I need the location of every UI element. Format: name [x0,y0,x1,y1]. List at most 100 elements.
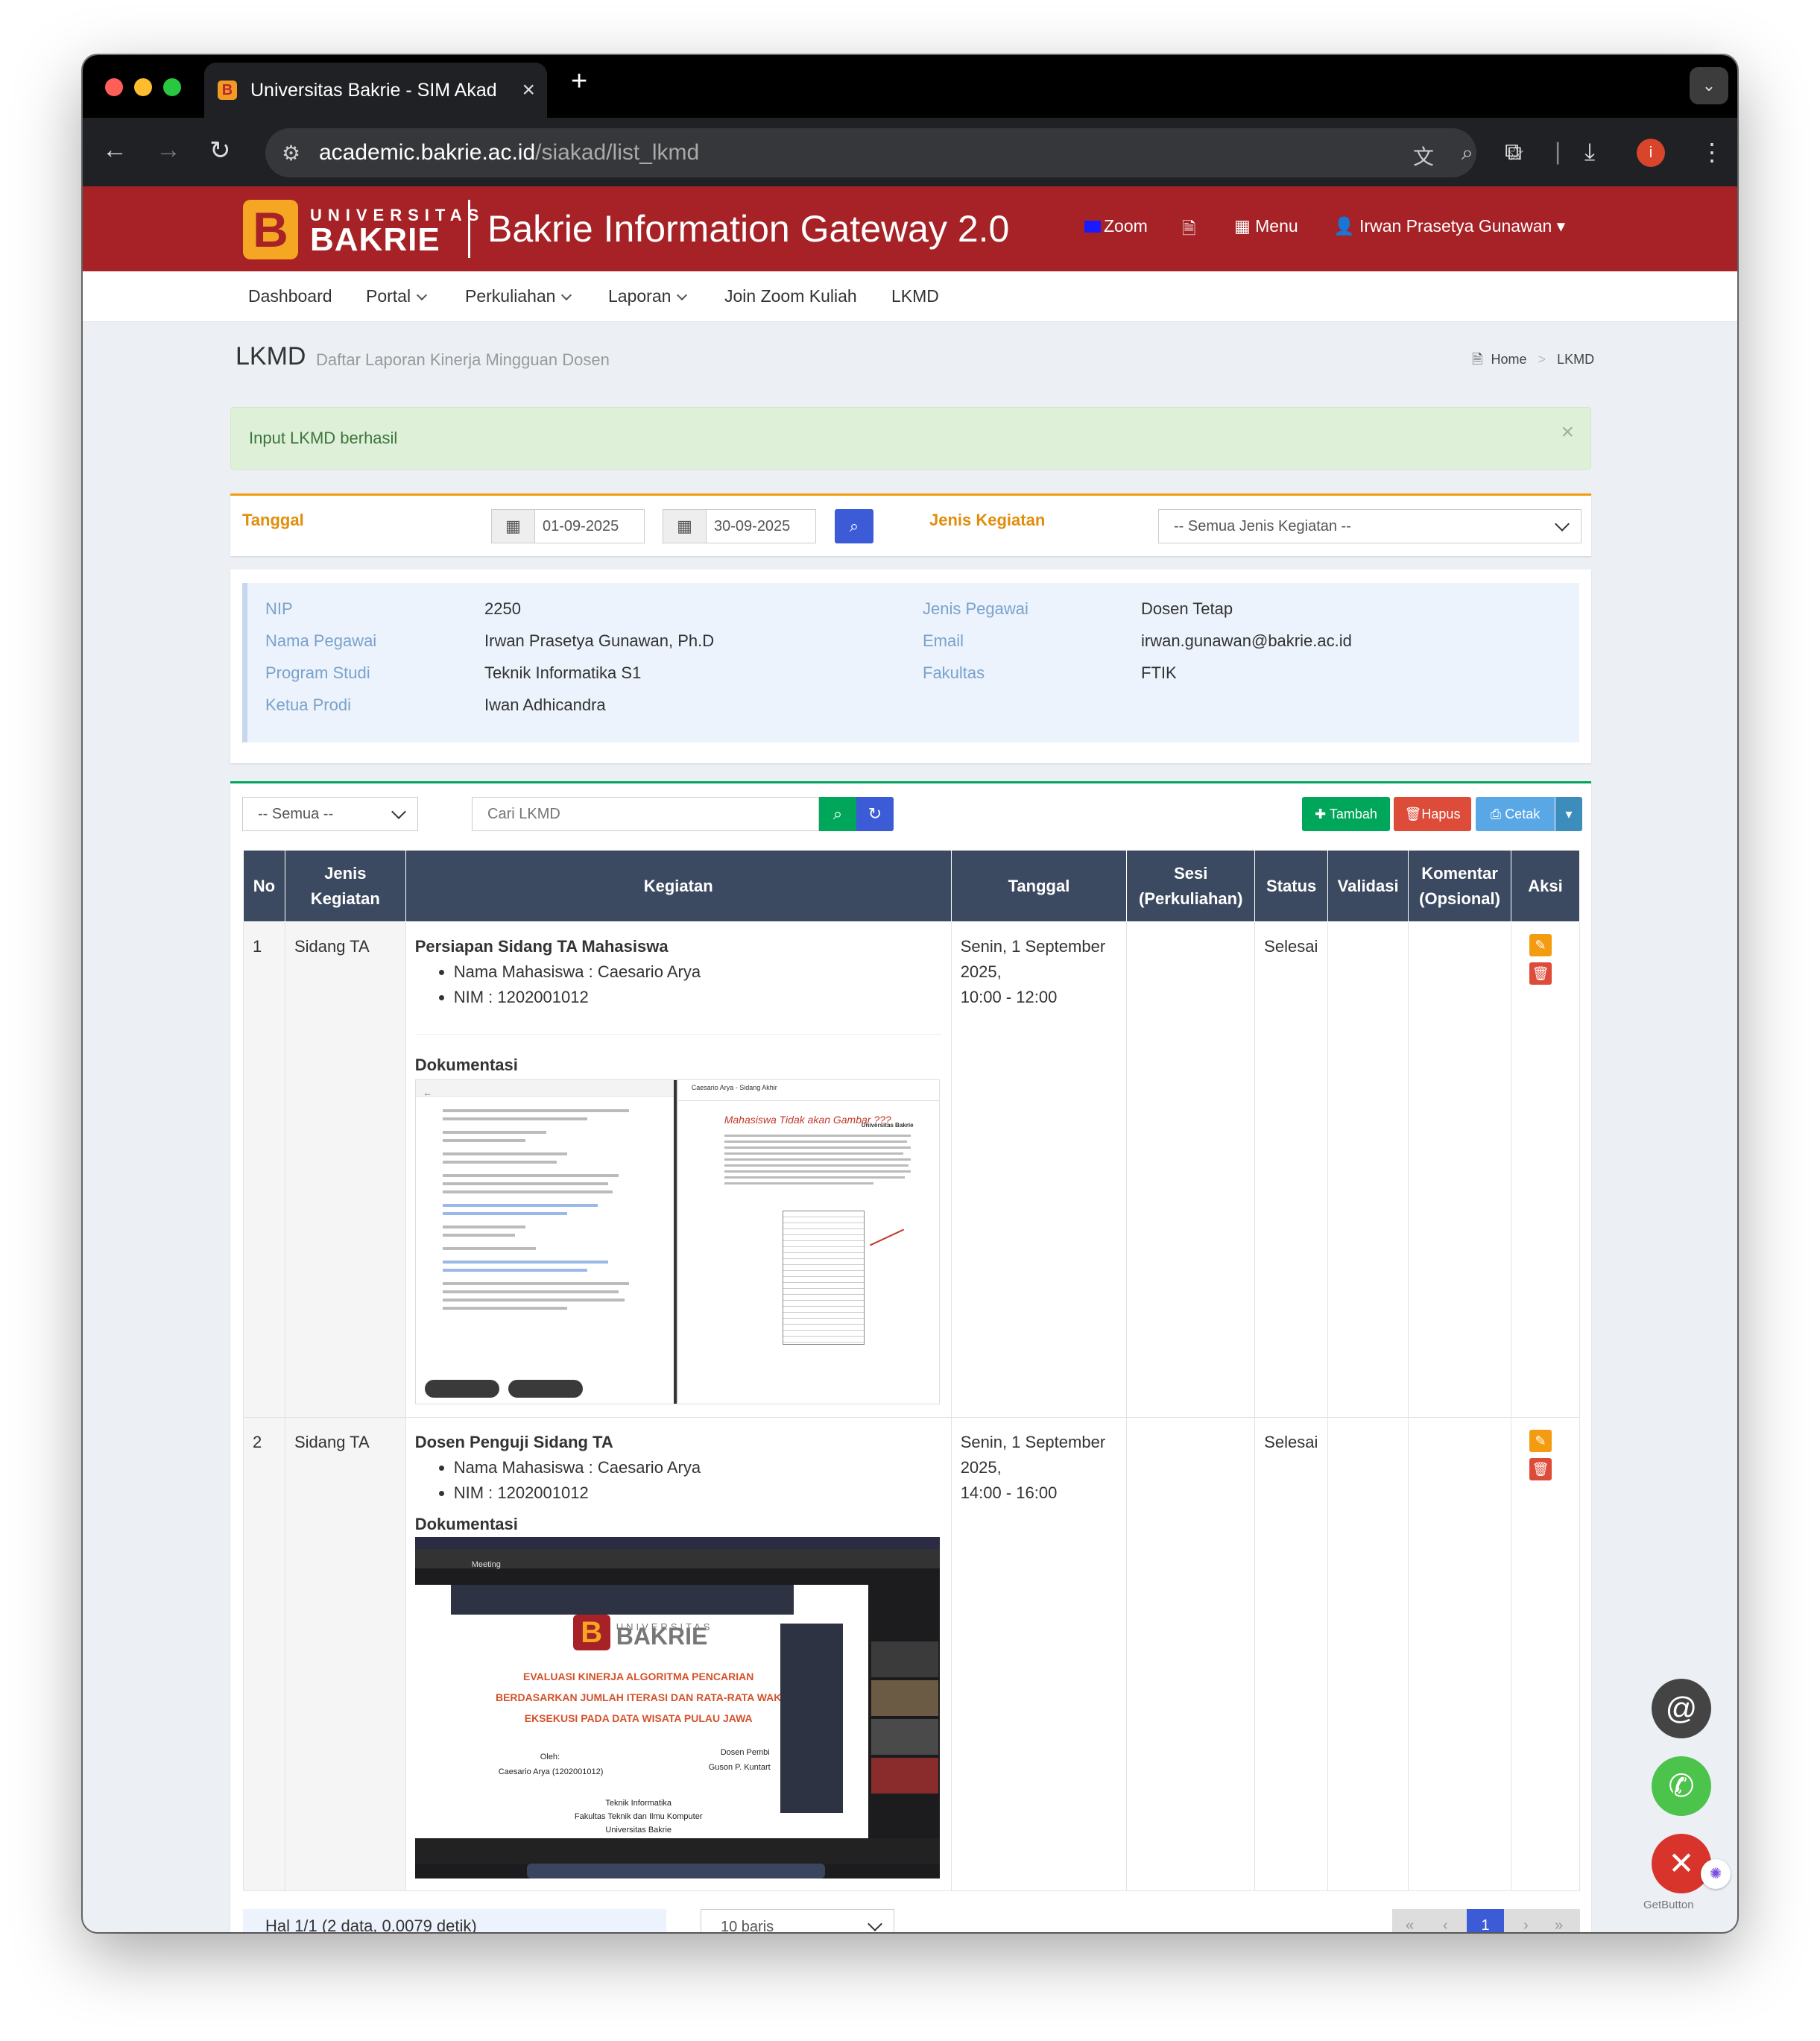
delete-button[interactable]: 🗑 [1529,1458,1552,1480]
search-button[interactable]: ⌕ [819,797,856,831]
browser-menu-icon[interactable]: ⋮ [1700,138,1724,166]
col-komentar[interactable]: Komentar (Opsional) [1408,850,1512,922]
close-widget-button[interactable]: ✕ [1652,1834,1711,1893]
row-no: 2 [243,1417,285,1891]
logo-text[interactable]: UNIVERSITAS BAKRIE [310,206,484,256]
row-jenis: Sidang TA [284,1417,406,1891]
row-time: 14:00 - 16:00 [960,1483,1058,1502]
site-info-icon[interactable]: ⚙ [282,141,300,165]
edit-button[interactable]: ✎ [1529,934,1552,956]
home-icon: 🗎 [1472,352,1483,367]
alert-close-icon[interactable]: × [1561,402,1574,463]
breadcrumb-separator: > [1538,352,1546,367]
toolbar-divider: | [1555,138,1561,165]
widget-badge-icon: ✺ [1701,1859,1731,1889]
reload-icon[interactable]: ↻ [209,136,231,165]
col-jenis[interactable]: Jenis Kegiatan [284,850,406,922]
whatsapp-contact-button[interactable]: ✆ [1652,1756,1711,1816]
fakultas-label: Fakultas [923,663,985,682]
documentation-image-email[interactable]: ← [414,1079,677,1404]
download-icon[interactable]: ⤓ [1584,138,1595,166]
refresh-button[interactable]: ↻ [856,797,894,831]
prev-page-icon[interactable]: ‹ [1443,1909,1448,1932]
nav-label: Laporan [608,286,672,306]
next-page-icon[interactable]: › [1523,1909,1529,1932]
slide-logo: BAKRIE [616,1623,708,1650]
filter-search-button[interactable]: ⌕ [835,509,873,543]
date-from-value: 01-09-2025 [543,518,619,534]
url-field[interactable]: ⚙ academic.bakrie.ac.id/siakad/list_lkmd… [265,128,1525,177]
row-aksi: ✎ 🗑 [1511,921,1580,1418]
cetak-dropdown-button[interactable]: ▾ [1555,797,1582,831]
col-tanggal[interactable]: Tanggal [950,850,1128,922]
col-kegiatan[interactable]: Kegiatan [405,850,952,922]
row-sesi [1126,921,1256,1418]
documentation-image-pdf[interactable]: Caesario Arya - Sidang Akhir Mahasiswa T… [677,1079,940,1404]
menu-link[interactable]: ▦ Menu [1234,216,1298,236]
cetak-label: Cetak [1505,807,1541,821]
maximize-window-button[interactable] [163,78,181,96]
nav-laporan[interactable]: Laporan [608,286,688,306]
tambah-label: Tambah [1329,807,1377,821]
last-page-icon[interactable]: » [1555,1909,1563,1932]
col-validasi[interactable]: Validasi [1327,850,1409,922]
minimize-window-button[interactable] [134,78,152,96]
search-input[interactable] [472,797,819,831]
document-icon[interactable]: 🗎 [1182,216,1196,245]
fakultas-value: FTIK [1141,663,1177,682]
profile-avatar-icon[interactable]: i [1637,139,1665,167]
nav-portal[interactable]: Portal [366,286,428,306]
breadcrumb-current: LKMD [1557,352,1595,367]
slide-pembimbing-name: Guson P. Kuntart [708,1763,771,1772]
date-from-field[interactable]: ▦ 01-09-2025 [491,509,645,543]
col-status[interactable]: Status [1254,850,1329,922]
new-tab-icon[interactable]: + [571,66,587,98]
delete-button[interactable]: 🗑 [1529,962,1552,985]
breadcrumb-home[interactable]: Home [1491,352,1527,367]
status-filter-select[interactable]: -- Semua -- [242,797,418,831]
row-sesi [1126,1417,1256,1891]
bakrie-logo-icon[interactable]: B [243,200,298,259]
user-menu[interactable]: 👤 Irwan Prasetya Gunawan ▾ [1333,216,1565,236]
rows-per-page-select[interactable]: 10 baris [701,1909,894,1932]
row-date: Senin, 1 September 2025, [960,1433,1106,1477]
table-header-row: No Jenis Kegiatan Kegiatan Tanggal Sesi … [243,850,1580,922]
nav-dashboard[interactable]: Dashboard [248,286,332,306]
email-label: Email [923,631,964,650]
jenis-kegiatan-select[interactable]: -- Semua Jenis Kegiatan -- [1158,509,1582,543]
close-window-button[interactable] [105,78,123,96]
nav-join-zoom[interactable]: Join Zoom Kuliah [724,286,857,306]
documentation-image-zoom[interactable]: Meeting B UNIVERSITAS BAKRIE EVALUASI KI… [414,1537,940,1878]
nav-label: Join Zoom Kuliah [724,286,857,306]
row-status: Selesai [1254,921,1329,1418]
pdf-table [782,1211,865,1345]
translate-icon[interactable]: 文 [1413,141,1434,171]
zoom-link[interactable]: Zoom [1084,216,1148,236]
page-title: LKMD [236,342,306,370]
prodi-label: Program Studi [265,663,370,682]
plus-icon: ✚ [1315,807,1327,821]
forward-icon[interactable]: → [156,136,181,165]
col-aksi[interactable]: Aksi [1511,850,1580,922]
col-sesi[interactable]: Sesi (Perkuliahan) [1126,850,1256,922]
date-to-field[interactable]: ▦ 30-09-2025 [663,509,816,543]
logo-separator [468,200,470,258]
edit-button[interactable]: ✎ [1529,1430,1552,1452]
hapus-button[interactable]: 🗑Hapus [1394,797,1471,831]
cetak-button[interactable]: ⎙ Cetak [1476,797,1555,831]
nav-perkuliahan[interactable]: Perkuliahan [465,286,572,306]
zoom-icon[interactable]: ⌕ [1462,141,1473,165]
nav-lkmd[interactable]: LKMD [891,286,939,306]
getbutton-brand[interactable]: GetButton [1643,1899,1694,1911]
tab-search-icon[interactable]: ⌄ [1690,67,1728,104]
browser-tab[interactable]: B Universitas Bakrie - SIM Akad × [204,63,547,118]
tambah-button[interactable]: ✚ Tambah [1302,797,1390,831]
extensions-icon[interactable]: ⧉ [1505,138,1522,166]
page-1-button[interactable]: 1 [1467,1909,1504,1932]
first-page-icon[interactable]: « [1406,1909,1414,1932]
row-tanggal: Senin, 1 September 2025, 14:00 - 16:00 [950,1417,1128,1891]
email-contact-button[interactable]: @ [1652,1679,1711,1738]
back-icon[interactable]: ← [102,136,127,165]
tab-close-icon[interactable]: × [522,63,535,118]
col-no[interactable]: No [243,850,285,922]
